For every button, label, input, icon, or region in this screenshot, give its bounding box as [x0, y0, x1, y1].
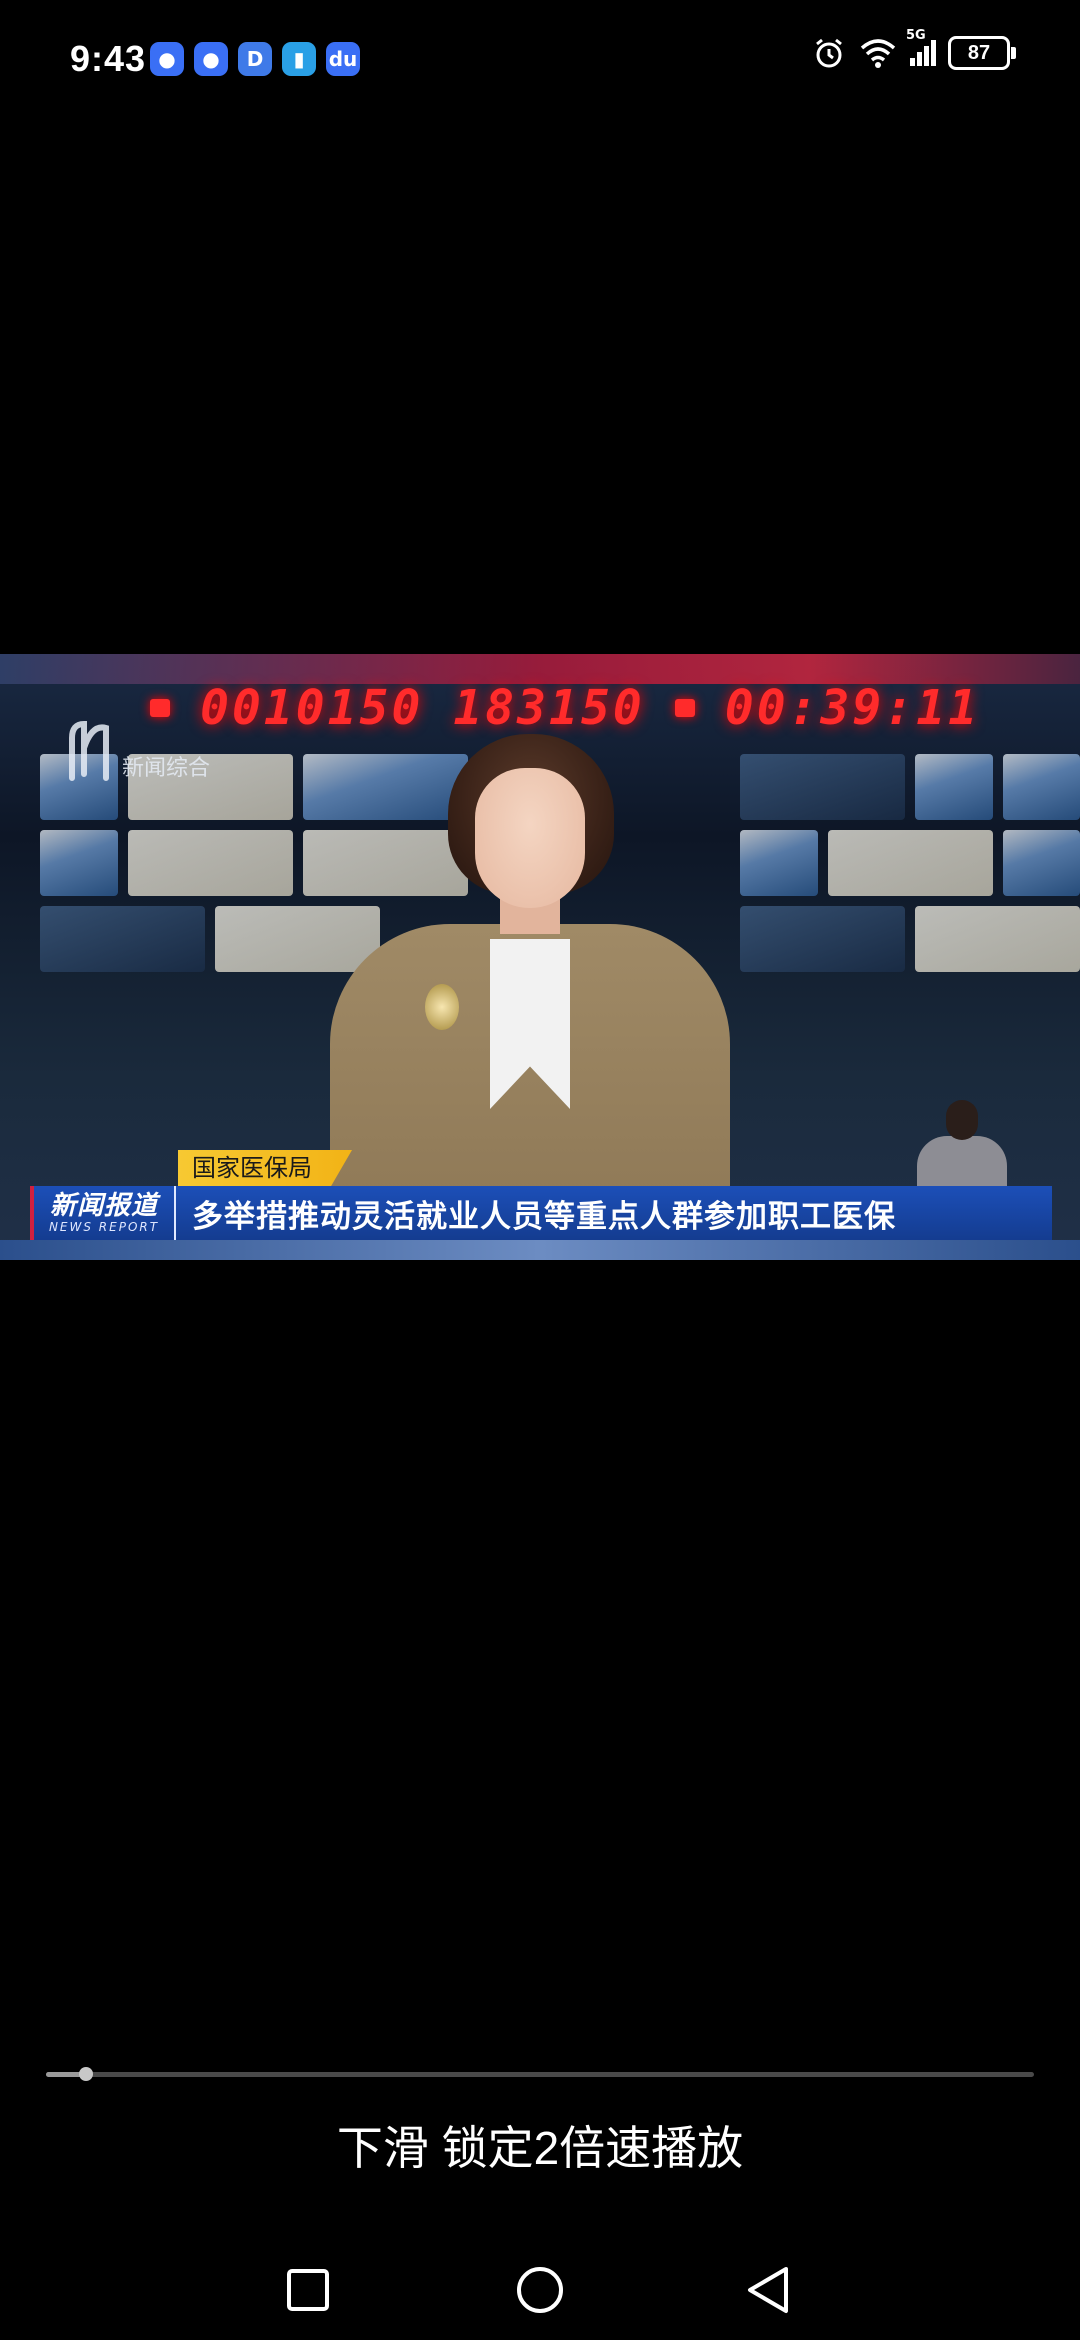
status-time: 9:43 [70, 38, 147, 79]
monitor [827, 830, 993, 896]
system-navigation-bar [0, 2240, 1080, 2340]
lower-third-strip [0, 1240, 1080, 1260]
notification-icons: ● ● D ▮ du [150, 42, 360, 76]
studio-clock: 00:39:11 [724, 680, 980, 736]
status-indicators: 5G 87 [812, 28, 1016, 70]
wifi-icon [860, 39, 896, 68]
seek-bar-thumb[interactable] [78, 2067, 93, 2081]
channel-logo: 新闻综合 [62, 718, 210, 782]
video-player[interactable]: 0010150 183150 00:39:11 新闻综合 国家医保局 新闻报道 … [0, 654, 1080, 1260]
clock-tag [674, 699, 695, 717]
channel-name: 新闻综合 [122, 756, 211, 781]
monitor [740, 906, 905, 972]
battery-icon: 87 [948, 36, 1016, 70]
home-button[interactable] [510, 2260, 570, 2320]
back-button[interactable] [738, 2260, 798, 2320]
lower-third-tag: 国家医保局 [178, 1150, 352, 1186]
studio-clock: 0010150 [200, 680, 424, 736]
monitor [40, 830, 118, 896]
monitor [127, 830, 293, 896]
battery-level: 87 [967, 41, 991, 64]
news-anchor [330, 734, 730, 1260]
seek-bar[interactable] [46, 2067, 1034, 2081]
monitor [915, 754, 993, 820]
monitor [1002, 830, 1080, 896]
monitor [1002, 754, 1080, 820]
news-headline: 多举措推动灵活就业人员等重点人群参加职工医保 [192, 1198, 896, 1235]
channel-logo-icon [69, 720, 109, 781]
studio-clock-wall: 0010150 183150 00:39:11 [150, 680, 980, 736]
docs-icon: D [238, 42, 272, 76]
speed-lock-hint: 下滑 锁定2倍速播放 [336, 2122, 744, 2174]
program-logo-en: NEWS REPORT [48, 1220, 160, 1234]
clock-tag [150, 699, 171, 717]
alarm-icon [816, 38, 842, 68]
square-icon [287, 2269, 329, 2311]
browser-icon: ● [150, 42, 184, 76]
monitor [740, 830, 818, 896]
studio-clock: 183150 [453, 680, 645, 736]
signal-icon: 5G [906, 28, 936, 66]
anchor-brooch [425, 984, 459, 1030]
book-icon: ▮ [282, 42, 316, 76]
monitor [40, 906, 205, 972]
status-bar: 9:43 ● ● D ▮ du 5G 87 [0, 0, 1080, 120]
program-logo: 新闻报道 NEWS REPORT [34, 1186, 176, 1240]
monitor [915, 906, 1080, 972]
anchor-face [475, 768, 585, 908]
network-type: 5G [906, 28, 926, 43]
program-logo-cn: 新闻报道 [49, 1191, 158, 1221]
lower-third-bar: 新闻报道 NEWS REPORT 多举措推动灵活就业人员等重点人群参加职工医保 [30, 1186, 1052, 1240]
monitor [740, 754, 905, 820]
interpreter-head [946, 1100, 978, 1140]
back-triangle-icon [748, 2267, 788, 2313]
browser-icon: ● [194, 42, 228, 76]
recents-button[interactable] [278, 2260, 338, 2320]
circle-icon [517, 2267, 563, 2313]
baidu-icon: du [326, 42, 360, 76]
